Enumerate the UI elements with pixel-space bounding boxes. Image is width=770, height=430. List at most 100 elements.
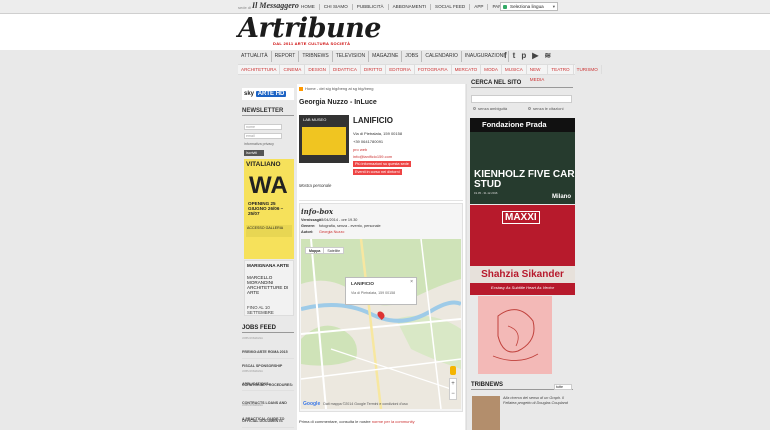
nav-attualita[interactable]: ATTUALITÀ xyxy=(238,51,272,62)
sky-logo: sky xyxy=(244,91,255,97)
top-nav-pubblicita[interactable]: PUBBLICITÀ xyxy=(353,4,389,10)
site-logo[interactable]: Artribune xyxy=(238,13,381,44)
cat-editoria[interactable]: EDITORIA xyxy=(386,65,415,74)
info-box-title: info-box xyxy=(301,207,334,216)
top-nav-app[interactable]: APP xyxy=(470,4,489,10)
ad-artwork-image[interactable] xyxy=(478,296,552,374)
ad-marignana-title: MARIGNANA ARTE xyxy=(247,263,290,268)
tribnews-filter-select[interactable]: tutte xyxy=(554,384,572,390)
newsletter-email-input[interactable]: email xyxy=(244,133,282,139)
cat-teatro[interactable]: TEATRO xyxy=(548,65,574,74)
privacy-link[interactable]: informativa privacy xyxy=(244,142,274,146)
rss-icon[interactable]: ≋ xyxy=(544,51,551,61)
cat-diritto[interactable]: DIRITTO xyxy=(361,65,387,74)
map-popup-name: LANIFICIO xyxy=(351,281,374,286)
rss-icon[interactable] xyxy=(299,86,303,91)
comment-text: Prima di commentare, consulta le nostre xyxy=(299,419,371,424)
search-option-label: senza ambiguità xyxy=(478,106,508,111)
ad-marignana[interactable]: MARIGNANA ARTE MARCELLO MORANDINI ARCHIT… xyxy=(244,260,294,316)
partner-logo[interactable]: Il Messaggero xyxy=(252,1,299,10)
cat-architettura[interactable]: ARCHITETTURA xyxy=(238,65,281,74)
category-nav: ARCHITETTURA CINEMA DESIGN DIDATTICA DIR… xyxy=(238,64,602,82)
venue-address: Via di Pietralata, 159 00158 xyxy=(353,131,403,136)
map-canvas xyxy=(301,239,461,409)
cat-turismo[interactable]: TURISMO xyxy=(574,65,602,74)
radio-icon[interactable] xyxy=(528,107,531,110)
map-type-satellite[interactable]: Satellite xyxy=(324,248,343,253)
cat-cinema[interactable]: CINEMA xyxy=(280,65,306,74)
list-item[interactable]: JOBS ROMAGNA A PRACTICAL GUIDE TO CURATI… xyxy=(242,404,294,430)
google-map[interactable] xyxy=(301,239,461,409)
facebook-icon[interactable]: f xyxy=(504,51,507,61)
ad-fondazione-prada[interactable]: Fondazione Prada KIENHOLZ FIVE CAR STUD … xyxy=(470,118,575,204)
ad-vitaliano-wa[interactable]: VITALIANO WA OPENING 25 GIUGNO 26/06 – 2… xyxy=(244,159,294,259)
venue-image[interactable]: LAB MUSEO xyxy=(299,115,349,163)
search-option-1[interactable]: senza ambiguità xyxy=(473,106,507,111)
youtube-icon[interactable]: ▶ xyxy=(532,51,538,61)
info-row-value: fotografia, senza - evento, personale xyxy=(319,224,381,228)
zoom-out-button[interactable]: − xyxy=(450,389,456,399)
street-view-pegman-icon[interactable] xyxy=(450,366,456,375)
breadcrumb: Home - del sig big/beng at sg big/beng xyxy=(299,86,374,91)
search-input[interactable] xyxy=(471,95,572,103)
nav-calendario[interactable]: CALENDARIO xyxy=(422,51,462,62)
newsletter-name-input[interactable]: nome xyxy=(244,124,282,130)
map-info-window: LANIFICIO Via di Pietralata, 159 00158 × xyxy=(345,277,417,305)
author-link[interactable]: Georgia Nuzzo xyxy=(319,230,344,234)
breadcrumb-text[interactable]: Home - del sig big/beng at sg big/beng xyxy=(305,86,374,91)
top-nav-abbonamenti[interactable]: ABBONAMENTI xyxy=(389,4,432,10)
sky-arte-banner[interactable]: sky ARTE HD xyxy=(242,88,294,100)
venue-email-link[interactable]: info@lanificio159.com xyxy=(353,154,392,159)
language-select[interactable]: Seleziona lingua ▾ xyxy=(500,2,558,11)
newsletter-submit-button[interactable]: Iscriviti xyxy=(244,150,264,156)
cat-design[interactable]: DESIGN xyxy=(305,65,330,74)
nav-television[interactable]: TELEVISION xyxy=(333,51,370,62)
cat-didattica[interactable]: DIDATTICA xyxy=(330,65,361,74)
top-nav-chi-siamo[interactable]: CHI SIAMO xyxy=(320,4,353,10)
divider xyxy=(299,200,463,201)
column-divider xyxy=(466,84,467,430)
top-nav-home[interactable]: HOME xyxy=(297,4,320,10)
site-header xyxy=(0,14,770,50)
cat-fotografia[interactable]: FOTOGRAFIA xyxy=(415,65,452,74)
ad-wa-opening: OPENING 25 GIUGNO 26/06 – 25/07 xyxy=(248,201,284,216)
community-rules-link[interactable]: norme per la community xyxy=(372,419,415,424)
nearby-events-button[interactable]: Eventi in corso nei dintorni xyxy=(353,169,402,175)
info-row-label: Vernissage: xyxy=(301,218,323,222)
ad-prada-dates: 19.05 - 31.12.2016 xyxy=(474,191,498,195)
nav-inaugurazioni[interactable]: INAUGURAZIONI xyxy=(462,51,509,62)
ad-maxxi[interactable]: MAXXI Shahzia Sikander Ecstasy As Subtit… xyxy=(470,205,575,295)
cat-new-media[interactable]: NEW MEDIA xyxy=(527,65,549,82)
cat-musica[interactable]: MUSICA xyxy=(502,65,527,74)
top-nav-social-feed[interactable]: SOCIAL FEED xyxy=(431,4,471,10)
venue-web-link[interactable]: pro web xyxy=(353,147,367,152)
tribnews-thumbnail[interactable] xyxy=(472,396,500,430)
job-label: JOBS ROMAGNA xyxy=(242,404,263,407)
nav-tribnews[interactable]: TRIBNEWS xyxy=(299,51,333,62)
nav-report[interactable]: REPORT xyxy=(272,51,300,62)
tribnews-headline[interactable]: Alla ricerca del senso di un Graph. Il F… xyxy=(503,396,571,406)
search-option-2[interactable]: senza le citazioni xyxy=(528,106,563,111)
radio-icon[interactable] xyxy=(473,107,476,110)
pinterest-icon[interactable]: p xyxy=(521,51,526,61)
map-attribution[interactable]: Dati mappa ©2014 Google Termini e condiz… xyxy=(323,402,408,406)
more-info-button[interactable]: Più informazioni su questa sede xyxy=(353,161,411,167)
close-icon[interactable]: × xyxy=(410,279,413,285)
ad-maxxi-logo: MAXXI xyxy=(502,211,540,224)
twitter-icon[interactable]: t xyxy=(513,51,516,61)
ad-wa-gallery: ACCESSO GALLERIA xyxy=(246,225,292,237)
newsletter-title: NEWSLETTER xyxy=(242,108,294,116)
nav-jobs[interactable]: JOBS xyxy=(402,51,423,62)
ad-prada-city: Milano xyxy=(552,194,571,200)
globe-icon xyxy=(503,5,507,9)
google-logo: Google xyxy=(303,401,321,407)
map-zoom-control: + − xyxy=(449,378,457,400)
nav-magazine[interactable]: MAGAZINE xyxy=(369,51,403,62)
artwork-drawing xyxy=(492,309,539,361)
map-type-control: Mappa Satellite xyxy=(305,247,345,254)
zoom-in-button[interactable]: + xyxy=(450,379,456,389)
cat-mercato[interactable]: MERCATO xyxy=(452,65,482,74)
cat-moda[interactable]: MODA xyxy=(481,65,502,74)
map-type-map[interactable]: Mappa xyxy=(306,248,325,253)
map-popup-address: Via di Pietralata, 159 00158 xyxy=(351,291,396,295)
